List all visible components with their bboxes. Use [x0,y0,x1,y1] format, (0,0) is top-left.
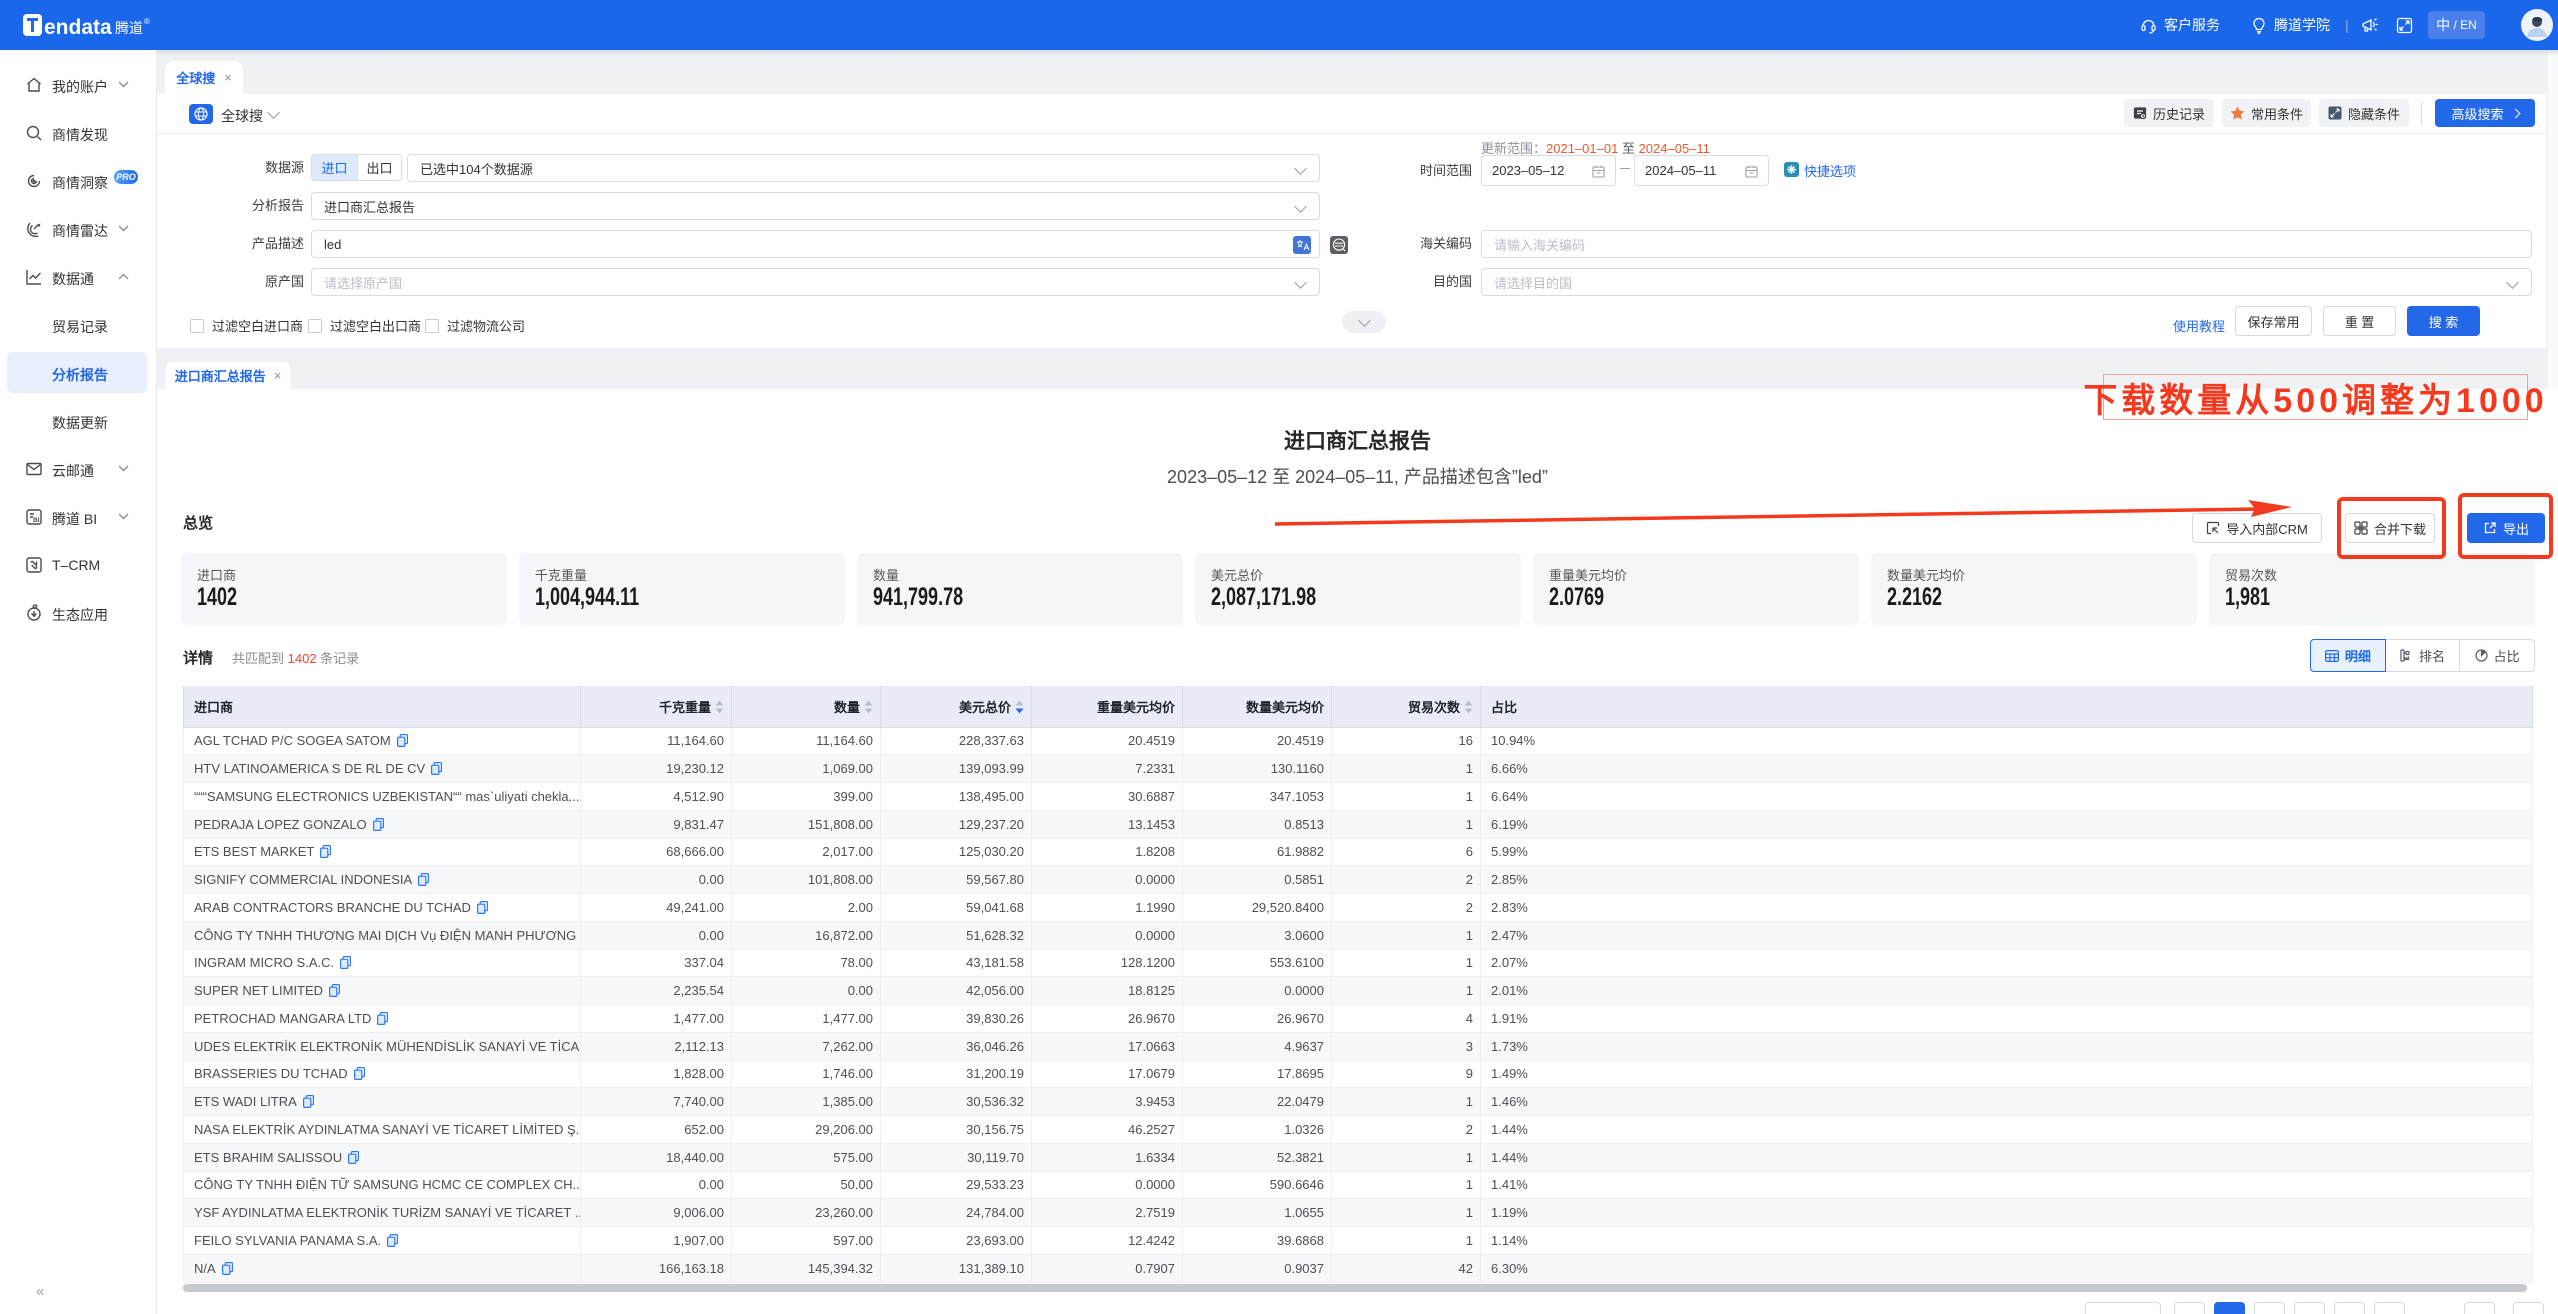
svg-text:®: ® [144,17,150,26]
svg-text:腾道: 腾道 [115,20,143,36]
svg-text:BI: BI [33,517,40,524]
svg-text:endata: endata [44,16,112,39]
